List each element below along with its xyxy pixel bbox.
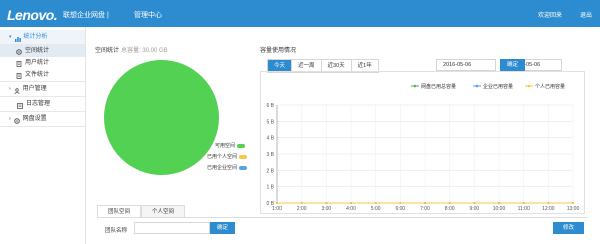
legend-personal-used: 已用个人空间: [207, 153, 248, 160]
sidebar-item-statistics[interactable]: ▾ 统计分析: [0, 30, 85, 44]
data-point: [448, 202, 451, 204]
sidebar-item-label: 网盘设置: [22, 116, 47, 122]
sidebar-item-label: 日志管理: [26, 101, 51, 107]
x-tick-label: 4:00: [346, 206, 356, 212]
team-name-input[interactable]: [134, 222, 210, 234]
legend-marker: [527, 84, 531, 88]
section-title: 管理中心: [134, 12, 162, 19]
y-tick-label: 3 B: [266, 152, 274, 158]
x-tick-label: 10:00: [493, 206, 506, 212]
legend-available: 可用空间: [215, 142, 246, 149]
legend-label: 已用企业空间: [207, 165, 238, 171]
modify-button[interactable]: 修改: [553, 222, 584, 234]
space-pie-chart: [104, 60, 219, 175]
top-right-links: 欢迎回来 退出: [538, 10, 592, 19]
sidebar-item-label: 用户统计: [25, 60, 50, 66]
data-point: [473, 202, 476, 204]
x-tick-label: 6:00: [395, 206, 405, 212]
data-point: [374, 202, 377, 204]
sidebar-item-label: 统计分析: [23, 34, 48, 40]
lenovo-logo[interactable]: Lenovo.: [7, 7, 58, 23]
sidebar-item-space-stats[interactable]: 空间统计: [0, 45, 85, 57]
chart-icon: [14, 34, 21, 42]
gear-icon: [16, 48, 22, 55]
x-tick-label: 2:00: [297, 206, 307, 212]
log-icon: [17, 101, 23, 109]
sidebar-item-user-management[interactable]: › 用户管理: [0, 82, 85, 96]
data-point: [350, 202, 352, 204]
legend-entry: 网盘已用总容量: [421, 83, 456, 90]
x-tick-label: 13:00: [567, 206, 580, 212]
x-tick-label: 7:00: [420, 206, 430, 212]
brand-title: 联想企业网盘 |: [63, 12, 109, 19]
team-name-label: 团队名称: [105, 228, 128, 234]
data-point: [498, 202, 500, 204]
tab-divider: [97, 217, 587, 218]
x-tick-label: 8:00: [445, 206, 455, 212]
y-tick-label: 6 B: [266, 103, 274, 109]
data-point: [522, 202, 525, 204]
y-tick-label: 5 B: [266, 119, 274, 125]
document-icon: [16, 72, 22, 79]
logout-link[interactable]: 退出: [580, 10, 592, 19]
document-icon: [16, 60, 22, 67]
x-tick-label: 1:00: [272, 206, 282, 212]
gear-icon: [13, 116, 20, 124]
sidebar-item-label: 空间统计: [25, 48, 50, 54]
x-tick-label: 3:00: [321, 206, 331, 212]
team-search-button[interactable]: 确定: [210, 222, 235, 234]
data-point: [325, 202, 328, 204]
usage-chart-svg: 0 B1 B2 B3 B4 B5 B6 B1:00 2:00 3:00 4:00 5:0…: [266, 83, 580, 212]
date-from-field[interactable]: 2016-05-06: [436, 59, 496, 71]
legend-swatch: [239, 154, 248, 159]
space-stats-title: 空间统计: [95, 48, 120, 54]
chevron-right-icon: ›: [9, 116, 11, 122]
y-tick-label: 2 B: [266, 168, 274, 174]
y-tick-label: 1 B: [266, 185, 274, 191]
legend-enterprise-used: 已用企业空间: [207, 164, 248, 171]
data-point: [424, 202, 426, 204]
sidebar: ▾ 统计分析 空间统计 用户统计 文件统计 › 用户管理 日志管理 › 网盘设置: [0, 27, 86, 244]
sidebar-item-label: 文件统计: [25, 72, 50, 78]
sidebar-item-user-stats[interactable]: 用户统计: [0, 57, 85, 69]
sidebar-item-log-management[interactable]: 日志管理: [0, 97, 85, 111]
welcome-link[interactable]: 欢迎回来: [538, 10, 562, 19]
data-point: [399, 202, 402, 204]
x-tick-label: 12:00: [542, 206, 555, 212]
x-tick-label: 11:00: [518, 206, 530, 212]
data-point: [300, 202, 303, 204]
data-point: [547, 202, 550, 204]
sidebar-item-disk-settings[interactable]: › 网盘设置: [0, 112, 85, 126]
date-confirm-button[interactable]: 确定: [500, 59, 525, 71]
legend-marker: [475, 84, 479, 88]
usage-title: 容量使用情况: [260, 48, 297, 54]
data-point: [276, 202, 278, 204]
x-tick-label: 5:00: [371, 206, 381, 212]
data-point: [572, 202, 574, 204]
legend-entry: 个人已用容量: [535, 83, 565, 90]
x-tick-label: 9:00: [469, 206, 479, 212]
total-capacity: 总容量: 30.00 GB: [121, 48, 168, 54]
legend-entry: 企业已用容量: [483, 83, 513, 90]
user-icon: [14, 86, 20, 95]
legend-marker: [413, 84, 417, 88]
sidebar-item-file-stats[interactable]: 文件统计: [0, 69, 85, 81]
top-bar: Lenovo. 联想企业网盘 | 管理中心 欢迎回来 退出: [0, 0, 600, 27]
chevron-right-icon: ›: [9, 86, 11, 92]
legend-label: 可用空间: [215, 143, 236, 149]
usage-line-chart: 0 B1 B2 B3 B4 B5 B6 B 1:00 2:00 3:00 4:00 5:0…: [260, 71, 585, 214]
y-tick-label: 4 B: [266, 136, 274, 142]
legend-swatch: [237, 143, 246, 148]
legend-swatch: [239, 165, 248, 170]
sidebar-item-label: 用户管理: [22, 86, 47, 92]
legend-label: 已用个人空间: [207, 154, 238, 160]
chevron-down-icon: ▾: [9, 34, 12, 40]
